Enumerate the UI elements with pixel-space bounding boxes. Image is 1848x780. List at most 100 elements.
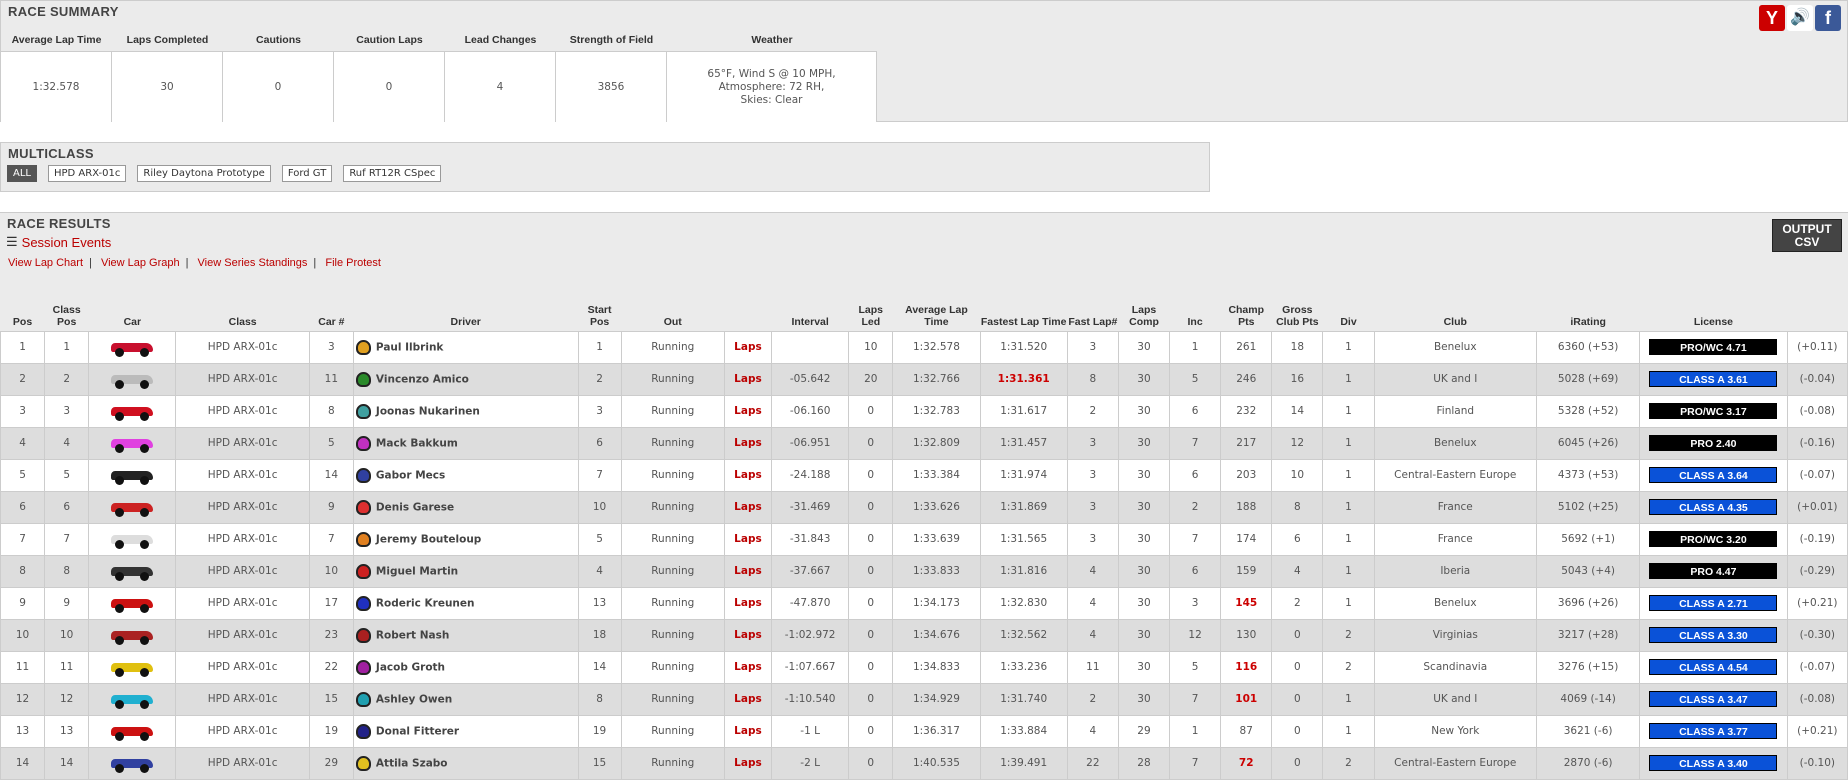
column-header[interactable]: Inc (1170, 289, 1221, 331)
column-header[interactable]: Interval (772, 289, 849, 331)
club_pts-cell: 4 (1271, 554, 1324, 588)
driver-name-link[interactable]: Joonas Nukarinen (376, 405, 480, 417)
laps-link[interactable]: Laps (723, 714, 773, 748)
fastlap-cell: 4 (1066, 554, 1119, 588)
laps-link[interactable]: Laps (723, 554, 773, 588)
column-header[interactable]: Laps Comp (1118, 289, 1169, 331)
interval-cell: -1:07.667 (771, 650, 850, 684)
inc-cell: 5 (1169, 650, 1222, 684)
facebook-icon[interactable]: f (1815, 5, 1841, 31)
driver-name-link[interactable]: Robert Nash (376, 629, 449, 641)
driver-name-link[interactable]: Jeremy Bouteloup (376, 533, 481, 545)
fastlap-cell: 3 (1066, 426, 1119, 460)
car-image (88, 458, 177, 492)
car-icon (109, 595, 155, 613)
laps-link[interactable]: Laps (723, 490, 773, 524)
view-lap-graph-link[interactable]: View Lap Graph (101, 257, 180, 269)
driver-name-link[interactable]: Donal Fitterer (376, 725, 459, 737)
div-cell: 1 (1322, 330, 1375, 364)
laps-link[interactable]: Laps (723, 362, 773, 396)
column-header[interactable]: Pos (1, 289, 45, 331)
column-header[interactable]: Club (1374, 289, 1536, 331)
column-header[interactable]: Fastest Lap Time (980, 289, 1067, 331)
fast-cell: 1:32.830 (979, 586, 1068, 620)
driver-name-link[interactable]: Attila Szabo (376, 757, 448, 769)
class-filter-ruf[interactable]: Ruf RT12R CSpec (343, 165, 442, 182)
led-cell: 10 (848, 330, 894, 364)
weather-line: Atmosphere: 72 RH, (718, 80, 825, 93)
club-cell: Virginias (1373, 618, 1537, 652)
column-header[interactable]: License (1640, 289, 1787, 331)
laps-link[interactable]: Laps (723, 394, 773, 428)
laps-link[interactable]: Laps (723, 650, 773, 684)
column-header[interactable] (1787, 289, 1847, 331)
column-header[interactable]: Driver (353, 289, 578, 331)
num-cell: 22 (308, 650, 354, 684)
column-header[interactable]: Class Pos (45, 289, 89, 331)
column-header[interactable]: Car # (309, 289, 353, 331)
output-csv-button[interactable]: OUTPUT CSV (1772, 219, 1842, 252)
driver-name-link[interactable]: Mack Bakkum (376, 437, 458, 449)
view-lap-chart-link[interactable]: View Lap Chart (8, 257, 83, 269)
column-header[interactable]: iRating (1536, 289, 1639, 331)
laps-link[interactable]: Laps (723, 522, 773, 556)
column-header[interactable]: Car (89, 289, 176, 331)
driver-name-link[interactable]: Paul Ilbrink (376, 341, 444, 353)
column-header[interactable]: Class (176, 289, 309, 331)
laps-link[interactable]: Laps (723, 330, 773, 364)
car-icon (109, 371, 155, 389)
driver-name-link[interactable]: Ashley Owen (376, 693, 452, 705)
helmet-icon (355, 659, 371, 675)
inc-cell: 1 (1169, 714, 1222, 748)
column-header[interactable]: Div (1323, 289, 1374, 331)
class-filter-riley[interactable]: Riley Daytona Prototype (137, 165, 271, 182)
column-header[interactable]: Average Lap Time (893, 289, 980, 331)
column-header[interactable]: Fast Lap# (1067, 289, 1118, 331)
driver-name-link[interactable]: Roderic Kreunen (376, 597, 475, 609)
laps-link[interactable]: Laps (723, 586, 773, 620)
session-events-link[interactable]: ☰ Session Events (6, 234, 111, 250)
column-header[interactable]: Champ Pts (1221, 289, 1272, 331)
car-icon (109, 723, 155, 741)
driver-cell: Paul Ilbrink (352, 330, 579, 364)
cls-cell: HPD ARX-01c (175, 394, 310, 428)
driver-name-link[interactable]: Gabor Mecs (376, 469, 445, 481)
cpos-cell: 13 (44, 714, 90, 748)
y-icon[interactable]: Y (1759, 5, 1785, 31)
laps-link[interactable]: Laps (723, 426, 773, 460)
interval-cell: -2 L (771, 746, 850, 780)
driver-name-link[interactable]: Miguel Martin (376, 565, 458, 577)
results-table: Pos Class Pos Car Class Car # Driver Start Pos… (0, 289, 1848, 780)
license-badge: CLASS A 3.47 (1649, 691, 1778, 707)
column-header[interactable] (724, 289, 771, 331)
driver-name-link[interactable]: Vincenzo Amico (376, 373, 469, 385)
helmet-icon (355, 339, 371, 355)
out-cell: Running (620, 554, 725, 588)
view-series-standings-link[interactable]: View Series Standings (198, 257, 308, 269)
club-cell: Benelux (1373, 586, 1537, 620)
out-cell: Running (620, 426, 725, 460)
laps-link[interactable]: Laps (723, 682, 773, 716)
class-filter-ford-gt[interactable]: Ford GT (281, 165, 333, 182)
column-header[interactable]: Out (621, 289, 724, 331)
car-icon (109, 531, 155, 549)
laps-link[interactable]: Laps (723, 746, 773, 780)
driver-name-link[interactable]: Jacob Groth (376, 661, 445, 673)
license-badge: CLASS A 3.61 (1649, 371, 1778, 387)
laps-link[interactable]: Laps (723, 618, 773, 652)
column-header[interactable]: Laps Led (849, 289, 893, 331)
file-protest-link[interactable]: File Protest (325, 257, 381, 269)
interval-cell: -1 L (771, 714, 850, 748)
avg-cell: 1:32.783 (892, 394, 981, 428)
irating-cell: 6360 (+53) (1535, 330, 1641, 364)
class-filter-hpd[interactable]: HPD ARX-01c (47, 165, 127, 182)
laps-link[interactable]: Laps (723, 458, 773, 492)
driver-name-link[interactable]: Denis Garese (376, 501, 454, 513)
column-header[interactable]: Start Pos (578, 289, 621, 331)
div-cell: 1 (1322, 426, 1375, 460)
license-cell: CLASS A 3.40 (1639, 746, 1788, 780)
column-header[interactable]: Gross Club Pts (1272, 289, 1323, 331)
speaker-icon[interactable]: 🔊 (1787, 5, 1813, 31)
class-filter-all[interactable]: ALL (7, 165, 37, 182)
license-badge: CLASS A 3.77 (1649, 723, 1778, 739)
